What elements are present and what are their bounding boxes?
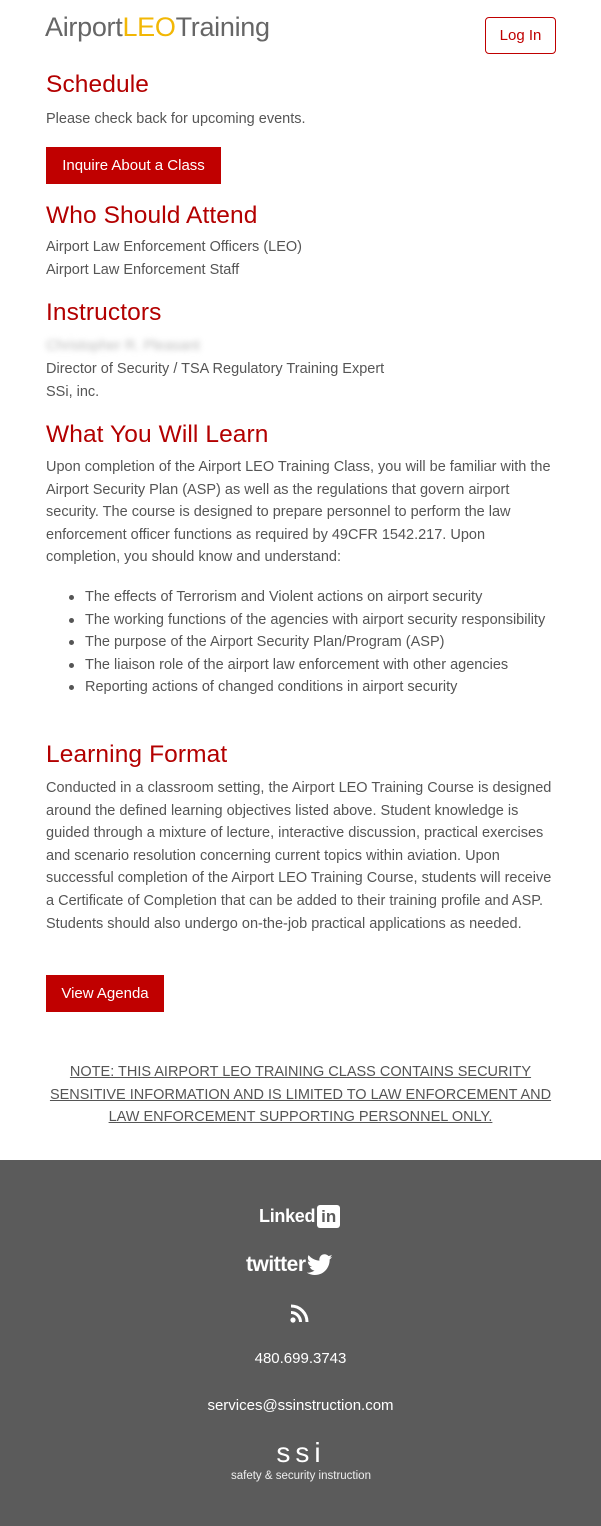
who-should-attend-heading: Who Should Attend bbox=[46, 202, 258, 229]
what-you-will-learn-heading: What You Will Learn bbox=[46, 421, 269, 448]
logo-text-leo: LEO bbox=[122, 12, 176, 42]
attendee-item: Airport Law Enforcement Officers (LEO) bbox=[46, 239, 302, 255]
attendee-item: Airport Law Enforcement Staff bbox=[46, 261, 240, 278]
instructor-name: Christopher R. Pleasant bbox=[46, 338, 200, 354]
ssi-logo-tagline: safety & security instruction bbox=[231, 1470, 371, 1482]
phone-link[interactable]: 480.699.3743 bbox=[0, 1348, 601, 1370]
learning-format-text: Conducted in a classroom setting, the Ai… bbox=[46, 780, 552, 932]
email-link[interactable]: services@ssinstruction.com bbox=[0, 1395, 601, 1417]
learning-objectives-list: The effects of Terrorism and Violent act… bbox=[46, 586, 561, 699]
linkedin-badge: in bbox=[317, 1204, 341, 1228]
instructor-organization: SSi, inc. bbox=[46, 384, 100, 400]
inquire-class-button[interactable]: Inquire About a Class bbox=[46, 147, 221, 184]
security-note-link[interactable]: NOTE: THIS AIRPORT LEO TRAINING CLASS CO… bbox=[40, 1061, 561, 1129]
view-agenda-button[interactable]: View Agenda bbox=[46, 975, 164, 1012]
footer: Linked in twitter 480.699.3743 services@… bbox=[0, 1160, 601, 1526]
login-button[interactable]: Log In bbox=[485, 17, 556, 54]
linkedin-wordmark: Linked bbox=[259, 1206, 316, 1226]
attendee-list: Airport Law Enforcement Officers (LEO) A… bbox=[46, 236, 302, 281]
objective-item: The liaison role of the airport law enfo… bbox=[46, 654, 561, 677]
objective-item: The effects of Terrorism and Violent act… bbox=[46, 586, 561, 609]
twitter-icon[interactable]: twitter bbox=[246, 1253, 333, 1277]
twitter-bird-icon bbox=[306, 1254, 333, 1275]
ssi-logo-mark: ssi bbox=[276, 1437, 326, 1468]
objective-item: The working functions of the agencies wi… bbox=[46, 609, 561, 632]
instructor-role: Director of Security / TSA Regulatory Tr… bbox=[46, 361, 385, 377]
twitter-wordmark: twitter bbox=[246, 1253, 306, 1276]
objective-item: Reporting actions of changed conditions … bbox=[46, 676, 561, 699]
schedule-heading: Schedule bbox=[46, 71, 149, 98]
page: AirportLEOTraining Log In Schedule Pleas… bbox=[0, 0, 601, 1526]
rss-icon[interactable] bbox=[290, 1303, 310, 1323]
linkedin-icon[interactable]: Linked in bbox=[259, 1204, 341, 1228]
learn-description: Upon completion of the Airport LEO Train… bbox=[46, 459, 551, 566]
logo-text-airport: Airport bbox=[45, 12, 123, 42]
logo-text-training: Training bbox=[175, 12, 270, 42]
instructors-heading: Instructors bbox=[46, 299, 162, 326]
schedule-text: Please check back for upcoming events. bbox=[46, 111, 306, 127]
objective-item: The purpose of the Airport Security Plan… bbox=[46, 631, 561, 654]
learning-format-heading: Learning Format bbox=[46, 741, 228, 768]
ssi-logo[interactable]: ssi safety & security instruction bbox=[226, 1438, 376, 1483]
header: AirportLEOTraining Log In bbox=[0, 0, 601, 60]
site-logo[interactable]: AirportLEOTraining bbox=[45, 9, 270, 45]
